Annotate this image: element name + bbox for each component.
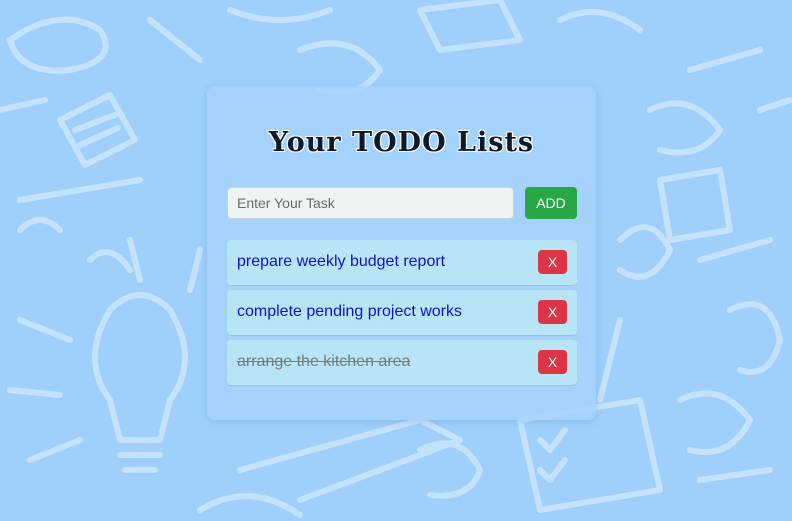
task-item: arrange the kitchen area X — [227, 340, 577, 385]
task-item: complete pending project works X — [227, 290, 577, 335]
add-task-button[interactable]: ADD — [525, 187, 577, 219]
line-doodle — [687, 47, 763, 73]
rays-doodle — [7, 317, 83, 463]
question-mark-doodle — [727, 301, 783, 375]
task-text[interactable]: prepare weekly budget report — [237, 253, 445, 271]
task-item: prepare weekly budget report X — [227, 240, 577, 285]
task-list: prepare weekly budget report X complete … — [227, 240, 577, 390]
lightbulb-doodle — [92, 292, 188, 443]
cloud-doodle — [647, 100, 723, 156]
lightbulb-base-doodle — [117, 452, 163, 473]
line-doodle — [557, 9, 643, 33]
line-doodle — [597, 317, 623, 403]
line-doodle — [697, 467, 773, 483]
pencil-doodle — [237, 417, 463, 503]
line-doodle — [227, 7, 333, 23]
line-doodle — [697, 237, 773, 263]
todo-card: Your TODO Lists ADD prepare weekly budge… — [207, 86, 596, 420]
note-lines-doodle — [72, 112, 121, 148]
task-text[interactable]: arrange the kitchen area — [237, 353, 410, 371]
line-doodle — [17, 217, 63, 233]
task-text[interactable]: complete pending project works — [237, 303, 462, 321]
page-title: Your TODO Lists — [268, 127, 535, 158]
note-doodle — [57, 92, 138, 168]
delete-task-button[interactable]: X — [538, 350, 567, 374]
checkmark-doodle — [537, 427, 568, 483]
line-doodle — [617, 224, 673, 280]
delete-task-button[interactable]: X — [538, 250, 567, 274]
line-doodle — [0, 97, 48, 113]
rays-doodle — [127, 237, 203, 293]
note-doodle — [417, 0, 523, 53]
pencil-doodle — [17, 177, 143, 203]
checklist-doodle — [657, 167, 733, 243]
line-doodle — [147, 17, 203, 63]
speech-bubble-doodle — [677, 390, 753, 455]
delete-task-button[interactable]: X — [538, 300, 567, 324]
line-doodle — [87, 249, 133, 273]
speech-bubble-doodle — [7, 16, 109, 74]
line-doodle — [197, 493, 303, 518]
task-input[interactable] — [227, 187, 514, 219]
line-doodle — [757, 97, 792, 113]
